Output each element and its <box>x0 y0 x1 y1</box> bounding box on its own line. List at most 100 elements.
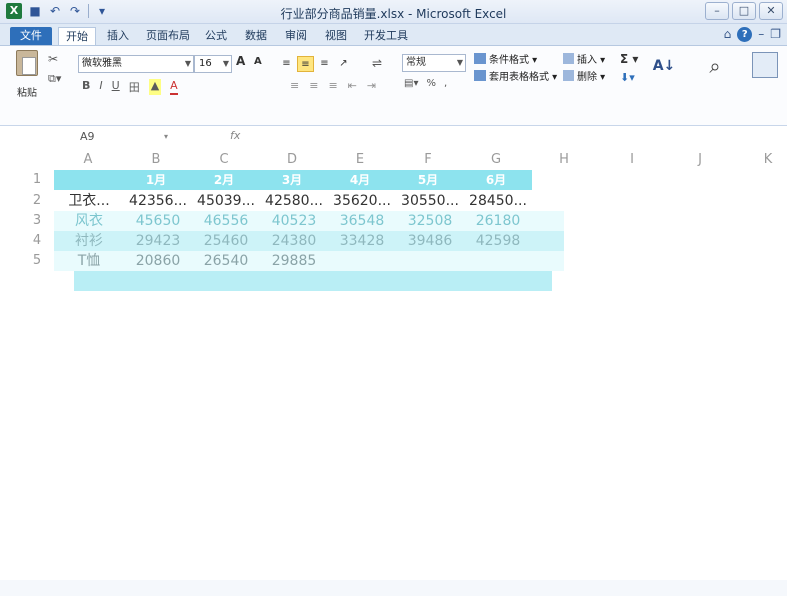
cell-g5[interactable] <box>466 251 530 271</box>
cell-a2[interactable]: 卫衣... <box>56 191 122 211</box>
row-header-3[interactable]: 3 <box>22 211 52 231</box>
comma-icon[interactable]: , <box>444 78 447 89</box>
column-header-k[interactable]: K <box>746 150 787 170</box>
cell-e2[interactable]: 35620... <box>330 191 394 211</box>
maximize-button[interactable]: □ <box>732 2 756 20</box>
tab-formulas[interactable]: 公式 <box>200 27 232 45</box>
align-bottom-icon[interactable]: ≡ <box>316 56 333 72</box>
cell-c2[interactable]: 45039... <box>194 191 258 211</box>
cell-f2[interactable]: 30550... <box>398 191 462 211</box>
font-color-icon[interactable]: A <box>170 79 178 95</box>
align-top-icon[interactable]: ≡ <box>278 56 295 72</box>
help-icon[interactable]: ? <box>737 27 753 42</box>
column-header-g[interactable]: G <box>474 150 518 170</box>
table-format-button[interactable]: 套用表格格式 ▾ <box>474 69 557 86</box>
ribbon-minimize-icon[interactable]: ⌂ <box>724 27 732 42</box>
find-select-icon[interactable]: ⌕ <box>702 52 728 80</box>
italic-button[interactable]: I <box>99 79 102 95</box>
header-cell-f1[interactable]: 5月 <box>398 170 458 190</box>
insert-cells-button[interactable]: 插入 ▾ <box>563 52 605 69</box>
column-header-c[interactable]: C <box>202 150 246 170</box>
tab-file[interactable]: 文件 <box>10 27 52 45</box>
cell-g2[interactable]: 28450... <box>466 191 530 211</box>
column-header-e[interactable]: E <box>338 150 382 170</box>
percent-icon[interactable]: % <box>426 78 436 89</box>
shrink-font-button[interactable]: A <box>254 56 262 67</box>
tab-developer[interactable]: 开发工具 <box>360 27 412 45</box>
align-left-icon[interactable]: ≡ <box>290 79 299 92</box>
grow-font-button[interactable]: A <box>236 54 245 68</box>
workbook-minimize-icon[interactable]: – <box>758 27 764 42</box>
tab-insert[interactable]: 插入 <box>102 27 134 45</box>
indent-increase-icon[interactable]: ⇥ <box>367 79 376 92</box>
cell-b3[interactable]: 45650 <box>126 211 190 231</box>
header-cell-g1[interactable]: 6月 <box>466 170 526 190</box>
column-header-f[interactable]: F <box>406 150 450 170</box>
column-header-d[interactable]: D <box>270 150 314 170</box>
tab-data[interactable]: 数据 <box>240 27 272 45</box>
header-cell-c1[interactable]: 2月 <box>194 170 254 190</box>
cell-f5[interactable] <box>398 251 462 271</box>
sort-filter-icon[interactable]: A↓ <box>652 52 676 80</box>
workbook-restore-icon[interactable]: ❐ <box>770 27 781 42</box>
cell-b2[interactable]: 42356... <box>126 191 190 211</box>
cut-icon[interactable]: ✂ <box>48 52 58 66</box>
indent-decrease-icon[interactable]: ⇤ <box>348 79 357 92</box>
fill-color-icon[interactable]: ▲ <box>148 79 162 95</box>
cell-f3[interactable]: 32508 <box>398 211 462 231</box>
underline-button[interactable]: U <box>112 79 120 95</box>
autosum-button[interactable]: Σ ▾ <box>620 52 638 66</box>
align-center-icon[interactable]: ≡ <box>309 79 318 92</box>
cell-a5[interactable]: T恤 <box>56 251 122 271</box>
font-name-select[interactable]: 微软雅黑 ▼ <box>78 55 194 73</box>
border-icon[interactable]: 田 <box>129 79 140 95</box>
delete-cells-button[interactable]: 删除 ▾ <box>563 69 605 86</box>
cell-e3[interactable]: 36548 <box>330 211 394 231</box>
extra-tool-icon[interactable] <box>752 52 778 78</box>
header-cell-e1[interactable]: 4月 <box>330 170 390 190</box>
cell-d2[interactable]: 42580... <box>262 191 326 211</box>
cell-g4[interactable]: 42598 <box>466 231 530 251</box>
tab-page-layout[interactable]: 页面布局 <box>142 27 194 45</box>
cell-a4[interactable]: 衬衫 <box>56 231 122 251</box>
column-header-a[interactable]: A <box>66 150 110 170</box>
align-middle-icon[interactable]: ≡ <box>297 56 314 72</box>
tab-home[interactable]: 开始 <box>58 27 96 45</box>
close-button[interactable]: ✕ <box>759 2 783 20</box>
minimize-button[interactable]: – <box>705 2 729 20</box>
header-cell-b1[interactable]: 1月 <box>126 170 186 190</box>
fx-icon[interactable]: fx <box>230 129 240 142</box>
column-header-j[interactable]: J <box>678 150 722 170</box>
cell-d3[interactable]: 40523 <box>262 211 326 231</box>
tab-view[interactable]: 视图 <box>320 27 352 45</box>
tab-review[interactable]: 审阅 <box>280 27 312 45</box>
cell-c3[interactable]: 46556 <box>194 211 258 231</box>
font-size-select[interactable]: 16 ▼ <box>194 55 232 73</box>
currency-icon[interactable]: ▤▾ <box>404 78 418 89</box>
cell-e5[interactable] <box>330 251 394 271</box>
cell-a3[interactable]: 风衣 <box>56 211 122 231</box>
cell-d4[interactable]: 24380 <box>262 231 326 251</box>
row-header-4[interactable]: 4 <box>22 231 52 251</box>
cell-f4[interactable]: 39486 <box>398 231 462 251</box>
conditional-format-button[interactable]: 条件格式 ▾ <box>474 52 557 69</box>
cell-d5[interactable]: 29885 <box>262 251 326 271</box>
fill-down-icon[interactable]: ⬇▾ <box>620 71 635 84</box>
row-header-2[interactable]: 2 <box>22 191 52 211</box>
cell-b4[interactable]: 29423 <box>126 231 190 251</box>
copy-icon[interactable]: ⧉▾ <box>48 72 61 86</box>
row-header-1[interactable]: 1 <box>22 170 52 190</box>
wrap-text-icon[interactable]: ⇌ <box>372 56 382 70</box>
cell-c5[interactable]: 26540 <box>194 251 258 271</box>
header-cell-a1[interactable] <box>56 170 122 190</box>
cell-e4[interactable]: 33428 <box>330 231 394 251</box>
bold-button[interactable]: B <box>82 79 90 95</box>
paste-button[interactable]: 粘贴 <box>10 50 44 99</box>
name-box[interactable]: A9 ▾ <box>80 129 176 145</box>
cell-g3[interactable]: 26180 <box>466 211 530 231</box>
row-header-5[interactable]: 5 <box>22 251 52 271</box>
orientation-icon[interactable]: ↗ <box>335 56 352 72</box>
cell-b5[interactable]: 20860 <box>126 251 190 271</box>
column-header-i[interactable]: I <box>610 150 654 170</box>
column-header-h[interactable]: H <box>542 150 586 170</box>
